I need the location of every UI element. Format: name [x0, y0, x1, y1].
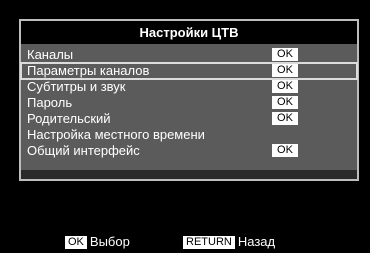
menu-item-label: Пароль — [27, 95, 73, 110]
menu-list: Каналы OK Параметры каналов OK Субтитры … — [20, 47, 358, 159]
menu-item-subtitles-audio[interactable]: Субтитры и звук OK — [21, 79, 357, 95]
menu-item-parental[interactable]: Родительский OK — [21, 111, 357, 127]
dtv-settings-menu: Настройки ЦТВ Каналы OK Параметры канало… — [19, 19, 359, 181]
return-key-badge: RETURN — [183, 236, 235, 249]
ok-key-badge: OK — [65, 236, 87, 249]
menu-item-label: Каналы — [27, 47, 74, 62]
menu-item-label: Общий интерфейс — [27, 143, 140, 158]
bottom-hint-bar: OK Выбор RETURN Назад — [0, 233, 370, 251]
menu-item-channels[interactable]: Каналы OK — [21, 47, 357, 63]
back-hint[interactable]: RETURN Назад — [183, 233, 275, 251]
menu-body: Каналы OK Параметры каналов OK Субтитры … — [20, 44, 358, 179]
menu-item-label: Параметры каналов — [27, 63, 150, 78]
ok-badge: OK — [272, 64, 298, 77]
menu-item-label: Субтитры и звук — [27, 79, 126, 94]
menu-item-channel-parameters[interactable]: Параметры каналов OK — [20, 62, 358, 80]
menu-item-label: Родительский — [27, 111, 111, 126]
menu-item-common-interface[interactable]: Общий интерфейс OK — [21, 143, 357, 159]
ok-badge: OK — [272, 80, 298, 93]
select-hint[interactable]: OK Выбор — [65, 233, 130, 251]
menu-item-local-time[interactable]: Настройка местного времени — [21, 127, 357, 143]
ok-badge: OK — [272, 144, 298, 157]
menu-title: Настройки ЦТВ — [139, 25, 239, 40]
ok-badge: OK — [272, 112, 298, 125]
ok-badge: OK — [272, 96, 298, 109]
menu-item-label: Настройка местного времени — [27, 127, 205, 142]
menu-item-password[interactable]: Пароль OK — [21, 95, 357, 111]
select-hint-label: Выбор — [89, 234, 130, 249]
back-hint-label: Назад — [237, 234, 276, 249]
menu-footer-bar — [21, 170, 357, 179]
ok-badge: OK — [272, 48, 298, 61]
